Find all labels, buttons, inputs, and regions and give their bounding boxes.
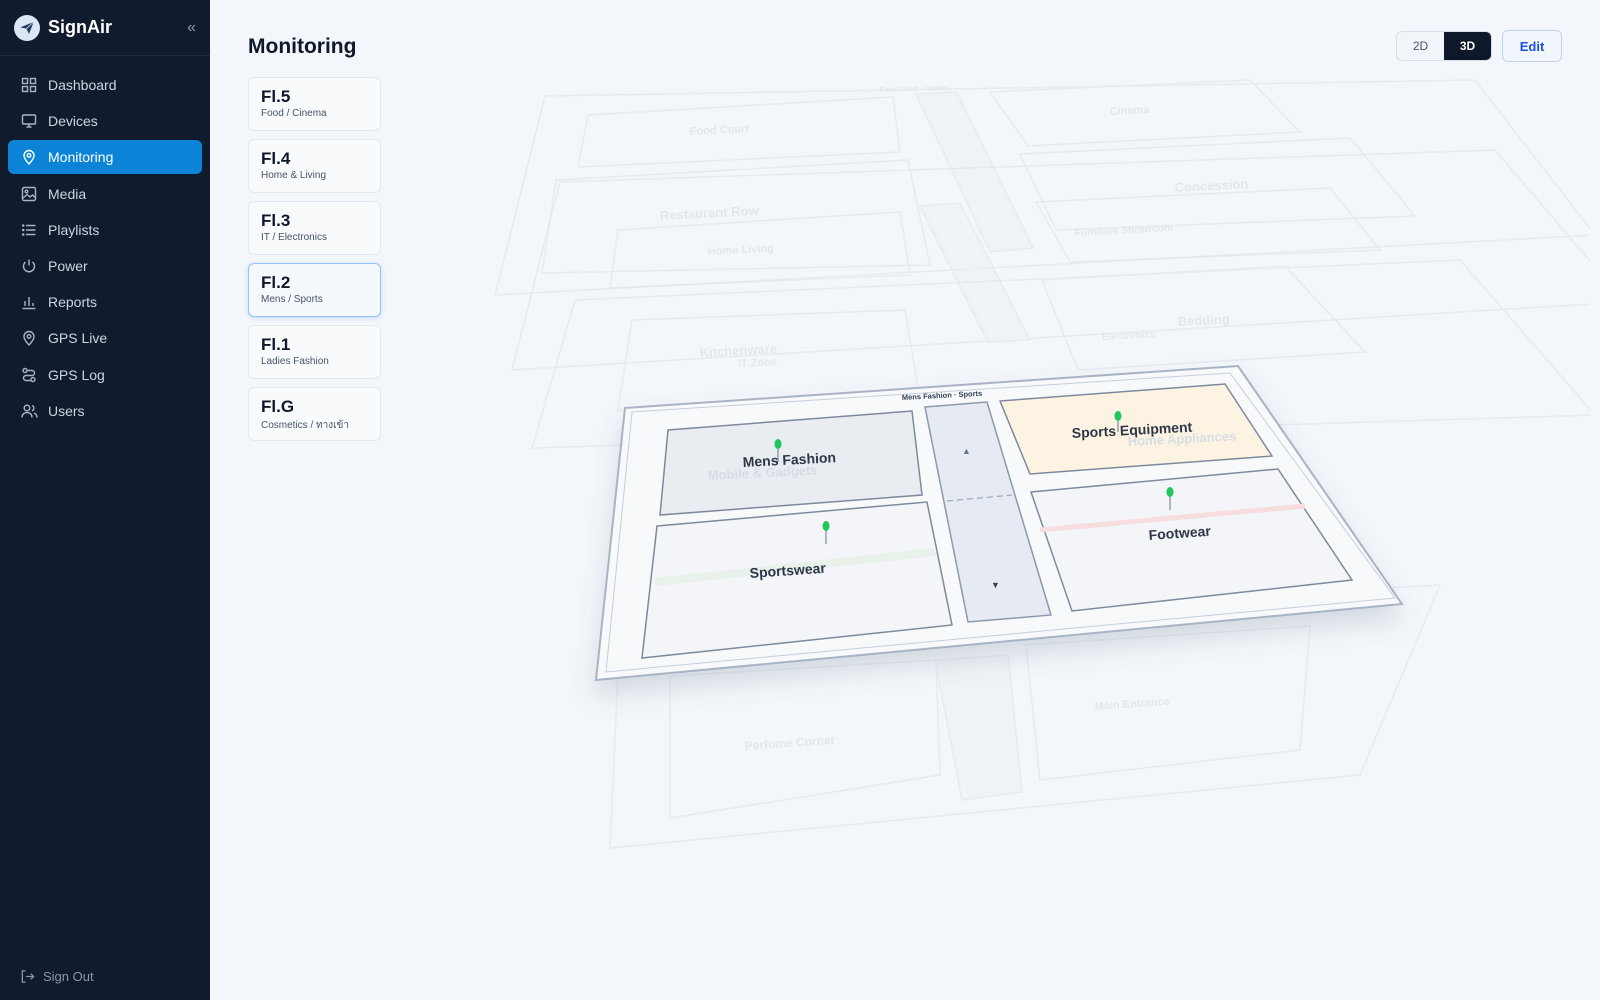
route-icon bbox=[20, 366, 38, 384]
sidebar: SignAir « Dashboard Devices Monitoring M… bbox=[0, 0, 210, 1000]
sidebar-item-users[interactable]: Users bbox=[8, 394, 202, 428]
sidebar-item-reports[interactable]: Reports bbox=[8, 285, 202, 319]
brand-header: SignAir « bbox=[0, 0, 210, 56]
bar-chart-icon bbox=[20, 293, 38, 311]
app-name: SignAir bbox=[48, 17, 113, 37]
floor-code: Fl.1 bbox=[261, 335, 291, 354]
floor-card-1[interactable]: Fl.1 Ladies Fashion bbox=[248, 325, 381, 379]
view-mode-toggle: 2D 3D bbox=[1396, 31, 1492, 61]
sidebar-item-devices[interactable]: Devices bbox=[8, 104, 202, 138]
paper-plane-logo-icon bbox=[14, 14, 40, 41]
floor-card-3[interactable]: Fl.3 IT / Electronics bbox=[248, 201, 381, 255]
sidebar-item-label: Users bbox=[48, 402, 85, 419]
floor-code: Fl.5 bbox=[261, 87, 291, 106]
sidebar-item-label: Media bbox=[48, 185, 87, 202]
zone-label-restaurant-row: Restaurant Row bbox=[659, 203, 759, 223]
zone-label-electronics: Electronics bbox=[1102, 329, 1157, 343]
floor-map-canvas: Food Court · Cinema Food Court Cinema Re… bbox=[494, 79, 1600, 849]
sidebar-item-gps-live[interactable]: GPS Live bbox=[8, 321, 202, 355]
svg-text:▲: ▲ bbox=[962, 446, 971, 456]
sign-out-button[interactable]: Sign Out bbox=[20, 969, 94, 984]
sidebar-item-label: Reports bbox=[48, 294, 98, 311]
map-pin-icon bbox=[20, 329, 38, 347]
power-icon bbox=[20, 257, 38, 275]
floor-card-g[interactable]: Fl.G Cosmetics / ทางเข้า bbox=[248, 387, 381, 441]
sidebar-item-label: Monitoring bbox=[48, 149, 114, 166]
sidebar-item-label: Playlists bbox=[48, 221, 100, 238]
map-pin-icon bbox=[20, 148, 38, 166]
floor-name: Mens / Sports bbox=[261, 294, 323, 305]
floor-code: Fl.3 bbox=[261, 211, 291, 230]
sidebar-item-playlists[interactable]: Playlists bbox=[8, 213, 202, 247]
zone-label-perfume-corner: Perfume Corner bbox=[744, 733, 836, 753]
sidebar-item-label: Dashboard bbox=[48, 77, 117, 93]
edit-button[interactable]: Edit bbox=[1502, 30, 1562, 62]
sidebar-item-gps-log[interactable]: GPS Log bbox=[8, 358, 202, 392]
grid-icon bbox=[20, 76, 38, 94]
users-icon bbox=[20, 402, 38, 420]
floor-card-5[interactable]: Fl.5 Food / Cinema bbox=[248, 77, 381, 131]
zone-label-bedding: Bedding bbox=[1177, 311, 1230, 329]
svg-text:▼: ▼ bbox=[991, 580, 1000, 590]
floor-code: Fl.2 bbox=[261, 273, 291, 292]
sign-out-label: Sign Out bbox=[43, 969, 94, 984]
floor-name: IT / Electronics bbox=[261, 232, 327, 243]
sidebar-item-label: GPS Live bbox=[48, 330, 108, 347]
view-2d-button[interactable]: 2D bbox=[1397, 32, 1444, 60]
ghost-floor-5: Food Court · Cinema Food Court Cinema Re… bbox=[494, 79, 1597, 296]
list-icon bbox=[20, 221, 38, 239]
sidebar-item-media[interactable]: Media bbox=[8, 177, 202, 211]
active-floor-2: Mens Fashion · Sports ▲ ▼ Mens Fashion M… bbox=[594, 364, 1404, 682]
zone-label-home-living: Home Living bbox=[708, 243, 775, 258]
floor-name: Home & Living bbox=[261, 170, 327, 181]
zone-label-food-court: Food Court bbox=[690, 123, 750, 138]
floor-card-4[interactable]: Fl.4 Home & Living bbox=[248, 139, 381, 193]
floor-name: Food / Cinema bbox=[261, 108, 327, 119]
log-out-icon bbox=[20, 969, 35, 984]
floor-selector: Fl.5 Food / Cinema Fl.4 Home & Living Fl… bbox=[248, 77, 381, 449]
zone-label-cinema: Cinema bbox=[1110, 104, 1151, 118]
sidebar-item-dashboard[interactable]: Dashboard bbox=[8, 68, 202, 102]
collapse-sidebar-icon[interactable]: « bbox=[187, 19, 196, 37]
view-3d-button[interactable]: 3D bbox=[1444, 32, 1491, 60]
floor-name: Ladies Fashion bbox=[261, 356, 329, 367]
monitor-icon bbox=[20, 112, 38, 130]
sidebar-item-label: Devices bbox=[48, 113, 98, 130]
sidebar-item-power[interactable]: Power bbox=[8, 249, 202, 283]
sidebar-item-label: GPS Log bbox=[48, 366, 105, 383]
floor-name: Cosmetics / ทางเข้า bbox=[261, 420, 349, 431]
sidebar-item-label: Power bbox=[48, 257, 88, 274]
image-icon bbox=[20, 185, 38, 203]
page-title: Monitoring bbox=[248, 35, 357, 58]
zone-label-it-zone: IT Zone bbox=[738, 356, 778, 370]
zone-label-main-entrance: Main Entrance bbox=[1094, 696, 1170, 713]
floor-card-2[interactable]: Fl.2 Mens / Sports bbox=[248, 263, 381, 317]
sidebar-nav: Dashboard Devices Monitoring Media Playl… bbox=[0, 56, 210, 428]
sidebar-item-monitoring[interactable]: Monitoring bbox=[8, 140, 202, 175]
floor-code: Fl.G bbox=[261, 397, 295, 416]
floor-code: Fl.4 bbox=[261, 149, 291, 168]
floor-map-3d[interactable]: Food Court · Cinema Food Court Cinema Re… bbox=[460, 70, 1600, 900]
ghost-floor-4: Home Living Furniture Showroom bbox=[511, 149, 1600, 371]
zone-label-furniture-showroom: Furniture Showroom bbox=[1075, 223, 1174, 239]
